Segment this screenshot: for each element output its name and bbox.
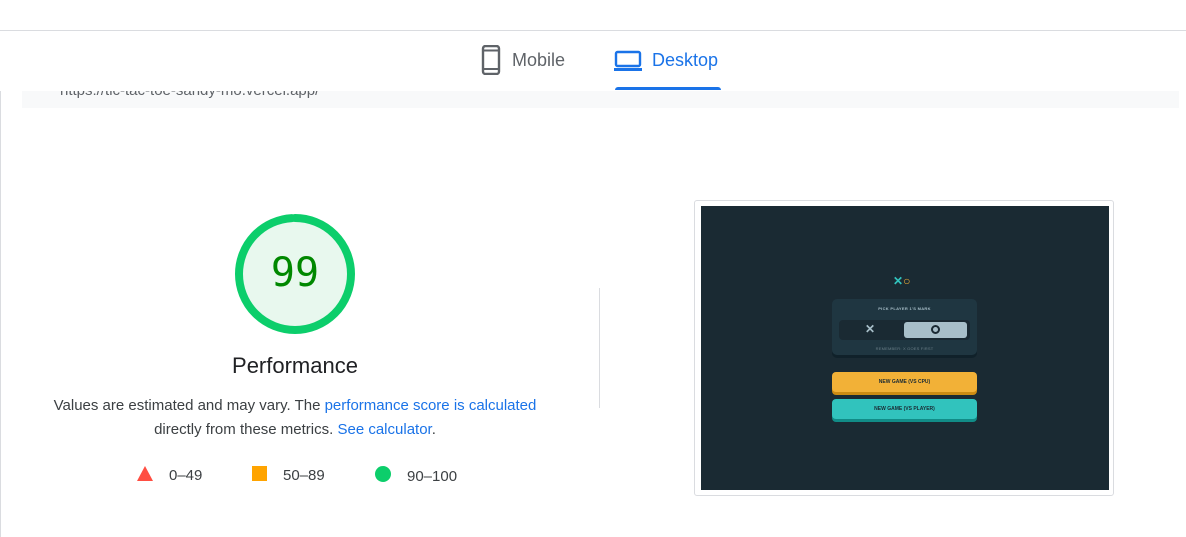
desc-text-2: directly from these metrics. — [154, 421, 338, 438]
performance-title: Performance — [232, 353, 358, 378]
page-screenshot: ✕○ PICK PLAYER 1'S MARK ✕ REMEMBER: X GO… — [701, 206, 1109, 490]
tab-desktop-label: Desktop — [652, 50, 719, 70]
laptop-icon — [614, 50, 642, 77]
square-icon — [252, 466, 267, 485]
phone-icon — [480, 44, 502, 80]
mark-toggle: ✕ — [839, 320, 970, 340]
pick-mark-title: PICK PLAYER 1'S MARK — [878, 306, 931, 311]
see-calculator-link[interactable]: See calculator — [337, 421, 431, 438]
pick-mark-note: REMEMBER: X GOES FIRST — [875, 346, 934, 351]
url-bar: https://tic-tac-toe-sandy-mo.vercel.app/ — [22, 91, 1179, 108]
legend-average: 50–89 — [252, 466, 325, 485]
left-border — [0, 91, 1, 537]
vertical-divider — [599, 288, 600, 408]
desc-text-3: . — [431, 421, 436, 438]
o-mark-icon — [931, 325, 940, 334]
top-bar — [0, 0, 1186, 31]
circle-icon — [375, 466, 391, 486]
legend-fail-label: 0–49 — [169, 467, 203, 484]
active-tab-indicator — [615, 87, 721, 90]
performance-score: 99 — [270, 250, 320, 296]
tab-mobile-label: Mobile — [512, 50, 566, 70]
pick-mark-card: PICK PLAYER 1'S MARK ✕ REMEMBER: X GOES … — [832, 299, 977, 355]
performance-description: Values are estimated and may vary. The p… — [40, 394, 550, 442]
legend-average-label: 50–89 — [283, 467, 325, 484]
desc-text-1: Values are estimated and may vary. The — [53, 397, 325, 414]
tab-desktop[interactable]: Desktop — [614, 45, 718, 91]
tab-mobile[interactable]: Mobile — [480, 44, 566, 91]
device-tabs: Mobile Desktop — [0, 31, 1186, 91]
legend-pass: 90–100 — [375, 466, 457, 486]
o-mark-option — [904, 322, 967, 338]
legend-fail: 0–49 — [137, 466, 202, 485]
new-game-cpu-button: NEW GAME (VS CPU) — [832, 372, 977, 392]
new-game-player-button: NEW GAME (VS PLAYER) — [832, 399, 977, 419]
triangle-icon — [137, 466, 153, 485]
legend-pass-label: 90–100 — [407, 467, 458, 485]
url-text: https://tic-tac-toe-sandy-mo.vercel.app/ — [60, 91, 319, 99]
game-logo: ✕○ — [893, 274, 911, 288]
x-mark-icon: ✕ — [865, 322, 876, 336]
performance-score-link[interactable]: performance score is calculated — [325, 397, 537, 414]
